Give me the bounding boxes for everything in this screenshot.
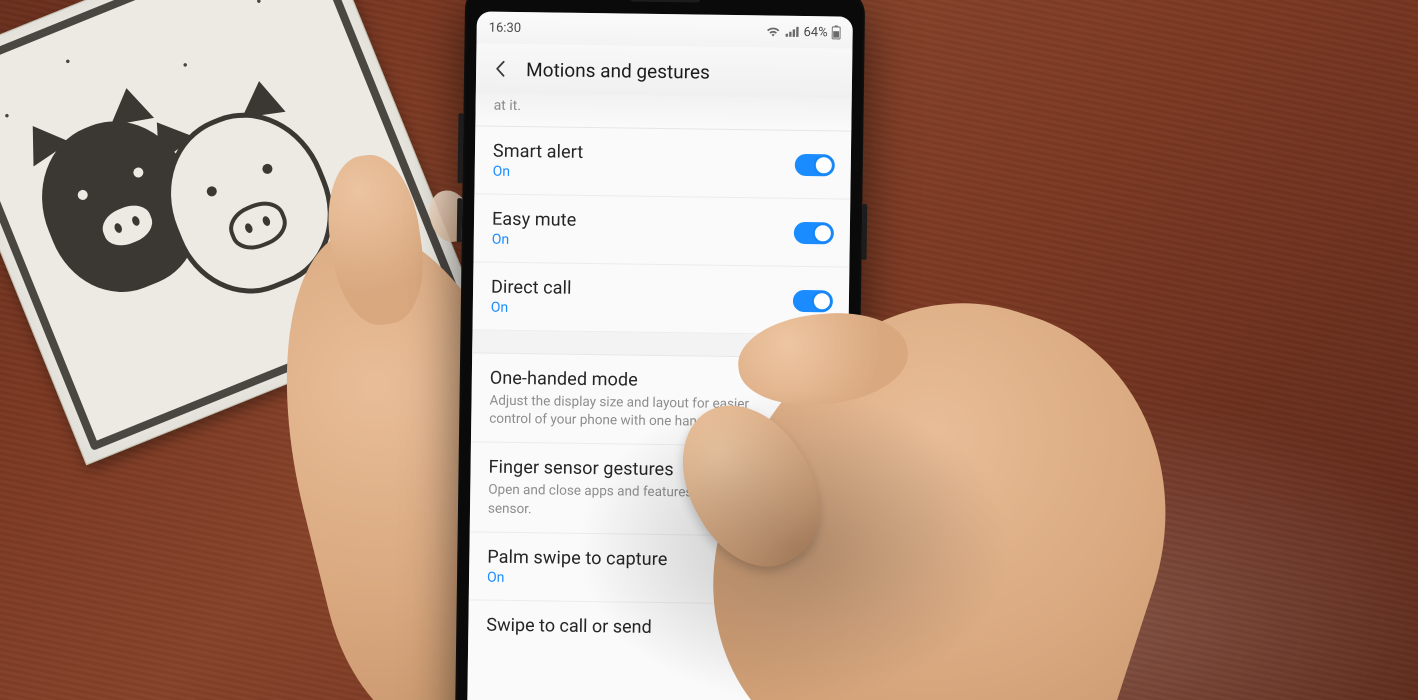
- setting-status: On: [491, 300, 783, 320]
- battery-percentage: 64%: [803, 24, 827, 39]
- page-title: Motions and gestures: [526, 58, 710, 84]
- toggle-direct-call[interactable]: [793, 289, 833, 312]
- battery-icon: [832, 25, 841, 39]
- setting-status: On: [493, 164, 785, 184]
- side-button: [457, 198, 463, 242]
- signal-icon: [784, 26, 799, 38]
- phone-speaker: [630, 0, 700, 3]
- toggle-smart-alert[interactable]: [795, 153, 835, 176]
- setting-smart-alert[interactable]: Smart alert On: [474, 126, 851, 199]
- setting-label: Easy mute: [492, 209, 784, 234]
- partial-previous-item: at it.: [475, 93, 851, 131]
- back-button[interactable]: [490, 58, 512, 80]
- setting-label: Direct call: [491, 277, 783, 302]
- volume-button: [458, 113, 464, 183]
- chevron-left-icon: [491, 59, 511, 79]
- status-time: 16:30: [489, 20, 522, 35]
- settings-header: Motions and gestures: [476, 43, 853, 98]
- toggle-easy-mute[interactable]: [794, 221, 834, 244]
- setting-status: On: [492, 232, 784, 252]
- setting-label: Smart alert: [493, 141, 785, 166]
- status-bar: 16:30 64%: [476, 11, 852, 48]
- power-button: [862, 204, 868, 260]
- setting-easy-mute[interactable]: Easy mute On: [473, 194, 850, 267]
- wifi-icon: [765, 25, 780, 37]
